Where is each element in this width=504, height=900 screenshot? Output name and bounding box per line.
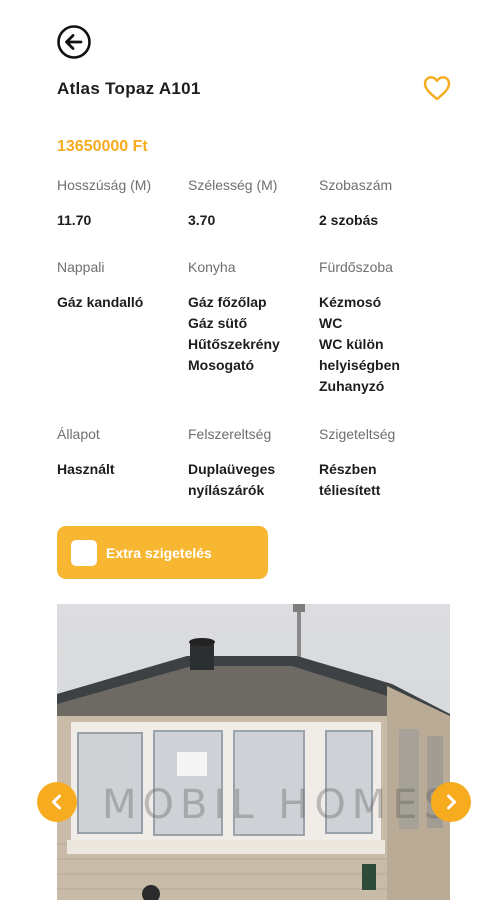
spec-label: Szélesség (M) bbox=[188, 177, 278, 193]
spec-label: Állapot bbox=[57, 426, 100, 442]
spec-label: Szobaszám bbox=[319, 177, 393, 193]
spec-bathroom: Fürdőszoba Kézmosó WC WC külön helyiségb… bbox=[319, 258, 457, 425]
specs-row-dimensions: Hosszúság (M) 11.70 Szélesség (M) 3.70 S… bbox=[57, 176, 457, 258]
spec-value: WC bbox=[319, 315, 343, 331]
spec-insulation: Szigeteltség Részben téliesített bbox=[319, 425, 457, 501]
spec-value: Zuhanyzó bbox=[319, 378, 385, 394]
spec-rooms: Szobaszám 2 szobás bbox=[319, 176, 457, 258]
spec-length: Hosszúság (M) 11.70 bbox=[57, 176, 188, 258]
spec-kitchen: Konyha Gáz főzőlap Gáz sütő Hűtőszekrény… bbox=[188, 258, 319, 425]
spec-value: nyílászárók bbox=[188, 482, 265, 498]
back-button[interactable] bbox=[56, 24, 92, 60]
spec-label: Konyha bbox=[188, 259, 236, 275]
spec-label: Fürdőszoba bbox=[319, 259, 393, 275]
spec-value: Hűtőszekrény bbox=[188, 336, 280, 352]
mobile-home-photo bbox=[57, 604, 450, 900]
spec-value: Duplaüveges bbox=[188, 461, 276, 477]
specs-row-rooms: Nappali Gáz kandalló Konyha Gáz főzőlap … bbox=[57, 258, 457, 425]
spec-value: 11.70 bbox=[57, 212, 92, 228]
chevron-left-icon bbox=[52, 794, 61, 810]
checkbox[interactable] bbox=[71, 539, 97, 566]
heart-outline-icon bbox=[423, 76, 451, 101]
specs-row-condition: Állapot Használt Felszereltség Duplaüveg… bbox=[57, 425, 457, 501]
spec-value: 3.70 bbox=[188, 212, 216, 228]
spec-value: Gáz sütő bbox=[188, 315, 248, 331]
listing-title: Atlas Topaz A101 bbox=[57, 79, 201, 98]
spec-value: Részben bbox=[319, 461, 377, 477]
chevron-right-icon bbox=[447, 794, 456, 810]
specs-grid: Hosszúság (M) 11.70 Szélesség (M) 3.70 S… bbox=[57, 176, 457, 501]
extra-insulation-label: Extra szigetelés bbox=[106, 544, 212, 561]
spec-value: Kézmosó bbox=[319, 294, 382, 310]
watermark: MOBIL HOMES bbox=[102, 782, 450, 828]
previous-image-button[interactable] bbox=[37, 782, 77, 822]
spec-width: Szélesség (M) 3.70 bbox=[188, 176, 319, 258]
spec-value: 2 szobás bbox=[319, 212, 379, 228]
spec-value: Mosogató bbox=[188, 357, 255, 373]
spec-label: Felszereltség bbox=[188, 426, 272, 442]
spec-condition: Állapot Használt bbox=[57, 425, 188, 501]
next-image-button[interactable] bbox=[431, 782, 471, 822]
spec-value: Gáz főzőlap bbox=[188, 294, 267, 310]
spec-equipment: Felszereltség Duplaüveges nyílászárók bbox=[188, 425, 319, 501]
favorite-button[interactable] bbox=[422, 74, 452, 102]
spec-label: Szigeteltség bbox=[319, 426, 396, 442]
arrow-left-circle-icon bbox=[57, 25, 91, 59]
spec-value: Használt bbox=[57, 461, 115, 477]
spec-value: Gáz kandalló bbox=[57, 294, 144, 310]
gallery-image[interactable]: MOBIL HOMES bbox=[57, 604, 450, 900]
spec-living-room: Nappali Gáz kandalló bbox=[57, 258, 188, 425]
spec-label: Nappali bbox=[57, 259, 105, 275]
spec-value: WC külön bbox=[319, 336, 384, 352]
spec-label: Hosszúság (M) bbox=[57, 177, 152, 193]
spec-value: helyiségben bbox=[319, 357, 400, 373]
spec-value: téliesített bbox=[319, 482, 381, 498]
extra-insulation-toggle[interactable]: Extra szigetelés bbox=[57, 526, 268, 579]
listing-price: 13650000 Ft bbox=[57, 138, 148, 155]
